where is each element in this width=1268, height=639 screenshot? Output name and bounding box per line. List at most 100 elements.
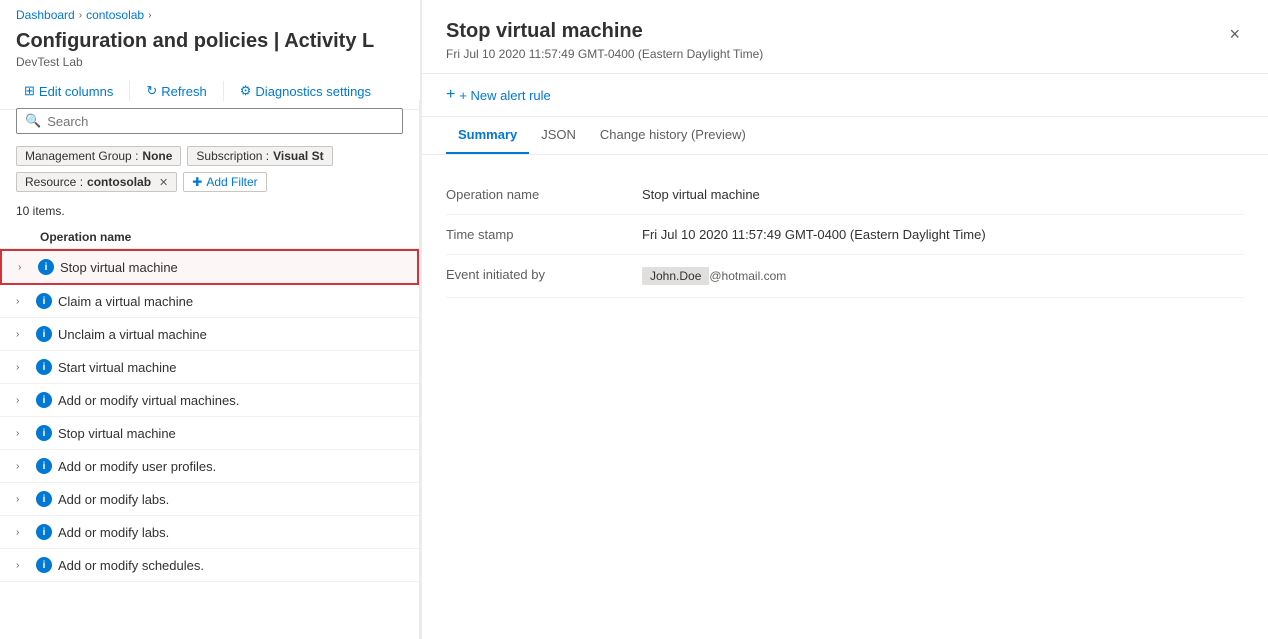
- list-item-label-4: Add or modify virtual machines.: [58, 393, 239, 408]
- filter-tags: Management Group : None Subscription : V…: [0, 142, 419, 200]
- new-alert-label: + New alert rule: [459, 88, 550, 103]
- filter-value-1: Visual St: [273, 149, 323, 163]
- detail-value-event: John.Doe @hotmail.com: [642, 267, 786, 285]
- detail-row-timestamp: Time stamp Fri Jul 10 2020 11:57:49 GMT-…: [446, 215, 1244, 255]
- chevron-icon-7: ›: [16, 494, 30, 505]
- list-item-3[interactable]: › i Start virtual machine: [0, 351, 419, 384]
- chevron-icon-8: ›: [16, 527, 30, 538]
- refresh-label: Refresh: [161, 84, 207, 99]
- list-item-7[interactable]: › i Add or modify labs.: [0, 483, 419, 516]
- filter-tag-subscription: Subscription : Visual St: [187, 146, 332, 166]
- user-badge: John.Doe @hotmail.com: [642, 267, 786, 285]
- list-item-label-8: Add or modify labs.: [58, 525, 169, 540]
- rp-header-text: Stop virtual machine Fri Jul 10 2020 11:…: [446, 20, 763, 61]
- info-icon-9: i: [36, 557, 52, 573]
- list-item-label-2: Unclaim a virtual machine: [58, 327, 207, 342]
- chevron-icon-5: ›: [16, 428, 30, 439]
- breadcrumb-contosolab[interactable]: contosolab: [86, 8, 144, 22]
- rp-subtitle: Fri Jul 10 2020 11:57:49 GMT-0400 (Easte…: [446, 47, 763, 61]
- filter-value-0: None: [142, 149, 172, 163]
- list-item-label-3: Start virtual machine: [58, 360, 177, 375]
- user-email: @hotmail.com: [709, 269, 786, 283]
- info-icon-2: i: [36, 326, 52, 342]
- detail-section: Operation name Stop virtual machine Time…: [422, 155, 1268, 318]
- search-input[interactable]: [47, 114, 394, 129]
- diagnostics-label: Diagnostics settings: [255, 84, 371, 99]
- list-item-label-0: Stop virtual machine: [60, 260, 178, 275]
- info-icon-7: i: [36, 491, 52, 507]
- info-icon-0: i: [38, 259, 54, 275]
- rp-title: Stop virtual machine: [446, 20, 763, 43]
- detail-label-event: Event initiated by: [446, 267, 626, 282]
- new-alert-icon: +: [446, 86, 455, 104]
- detail-label-timestamp: Time stamp: [446, 227, 626, 242]
- chevron-icon-3: ›: [16, 362, 30, 373]
- col-header: Operation name: [0, 226, 419, 249]
- chevron-icon-9: ›: [16, 560, 30, 571]
- left-panel: 🔍 Management Group : None Subscription :…: [0, 100, 420, 639]
- list-item-label-6: Add or modify user profiles.: [58, 459, 216, 474]
- edit-columns-label: Edit columns: [39, 84, 113, 99]
- detail-value-timestamp: Fri Jul 10 2020 11:57:49 GMT-0400 (Easte…: [642, 227, 986, 242]
- add-filter-icon: ✚: [192, 175, 202, 189]
- main-wrapper: Dashboard › contosolab › Configuration a…: [0, 0, 1268, 639]
- list-item-label-9: Add or modify schedules.: [58, 558, 204, 573]
- refresh-icon: ↻: [146, 83, 157, 99]
- user-name: John.Doe: [642, 267, 709, 285]
- filter-label-2: Resource :: [25, 175, 83, 189]
- info-icon-4: i: [36, 392, 52, 408]
- filter-label-1: Subscription :: [196, 149, 269, 163]
- list-item-label-7: Add or modify labs.: [58, 492, 169, 507]
- chevron-icon-1: ›: [16, 296, 30, 307]
- filter-tag-resource: Resource : contosolab ✕: [16, 172, 177, 192]
- info-icon-3: i: [36, 359, 52, 375]
- breadcrumb-sep-2: ›: [148, 10, 151, 21]
- chevron-icon-2: ›: [16, 329, 30, 340]
- list-item-8[interactable]: › i Add or modify labs.: [0, 516, 419, 549]
- list-item-6[interactable]: › i Add or modify user profiles.: [0, 450, 419, 483]
- search-input-wrap[interactable]: 🔍: [16, 108, 403, 134]
- tab-summary[interactable]: Summary: [446, 117, 529, 154]
- info-icon-6: i: [36, 458, 52, 474]
- info-icon-1: i: [36, 293, 52, 309]
- chevron-icon-4: ›: [16, 395, 30, 406]
- tabs: Summary JSON Change history (Preview): [422, 117, 1268, 155]
- list-item-2[interactable]: › i Unclaim a virtual machine: [0, 318, 419, 351]
- chevron-icon-6: ›: [16, 461, 30, 472]
- add-filter-button[interactable]: ✚ Add Filter: [183, 172, 266, 192]
- tab-change-history[interactable]: Change history (Preview): [588, 117, 758, 154]
- search-bar: 🔍: [0, 100, 419, 142]
- filter-label-0: Management Group :: [25, 149, 138, 163]
- close-button[interactable]: ×: [1225, 20, 1244, 49]
- tab-json[interactable]: JSON: [529, 117, 588, 154]
- add-filter-label: Add Filter: [206, 175, 257, 189]
- detail-label-operation: Operation name: [446, 187, 626, 202]
- breadcrumb-dashboard[interactable]: Dashboard: [16, 8, 75, 22]
- toolbar-separator-1: [129, 81, 130, 101]
- breadcrumb-sep-1: ›: [79, 10, 82, 21]
- columns-icon: ⊞: [24, 83, 35, 99]
- list-item-label-5: Stop virtual machine: [58, 426, 176, 441]
- info-icon-8: i: [36, 524, 52, 540]
- rp-header: Stop virtual machine Fri Jul 10 2020 11:…: [422, 0, 1268, 74]
- filter-tag-close-resource[interactable]: ✕: [159, 176, 168, 189]
- list-item-9[interactable]: › i Add or modify schedules.: [0, 549, 419, 582]
- right-panel: Stop virtual machine Fri Jul 10 2020 11:…: [420, 0, 1268, 639]
- detail-value-operation: Stop virtual machine: [642, 187, 760, 202]
- detail-row-operation: Operation name Stop virtual machine: [446, 175, 1244, 215]
- items-count: 10 items.: [0, 200, 419, 226]
- info-icon-5: i: [36, 425, 52, 441]
- diagnostics-icon: ⚙: [240, 83, 252, 99]
- list-item-5[interactable]: › i Stop virtual machine: [0, 417, 419, 450]
- detail-row-event-initiated: Event initiated by John.Doe @hotmail.com: [446, 255, 1244, 298]
- new-alert-rule-button[interactable]: + + New alert rule: [422, 74, 1268, 117]
- filter-tag-management-group: Management Group : None: [16, 146, 181, 166]
- list-item-0[interactable]: › i Stop virtual machine: [0, 249, 419, 285]
- chevron-icon-0: ›: [18, 262, 32, 273]
- list-item-4[interactable]: › i Add or modify virtual machines.: [0, 384, 419, 417]
- filter-value-2: contosolab: [87, 175, 151, 189]
- toolbar-separator-2: [223, 81, 224, 101]
- list-item-1[interactable]: › i Claim a virtual machine: [0, 285, 419, 318]
- search-icon: 🔍: [25, 113, 41, 129]
- list-item-label-1: Claim a virtual machine: [58, 294, 193, 309]
